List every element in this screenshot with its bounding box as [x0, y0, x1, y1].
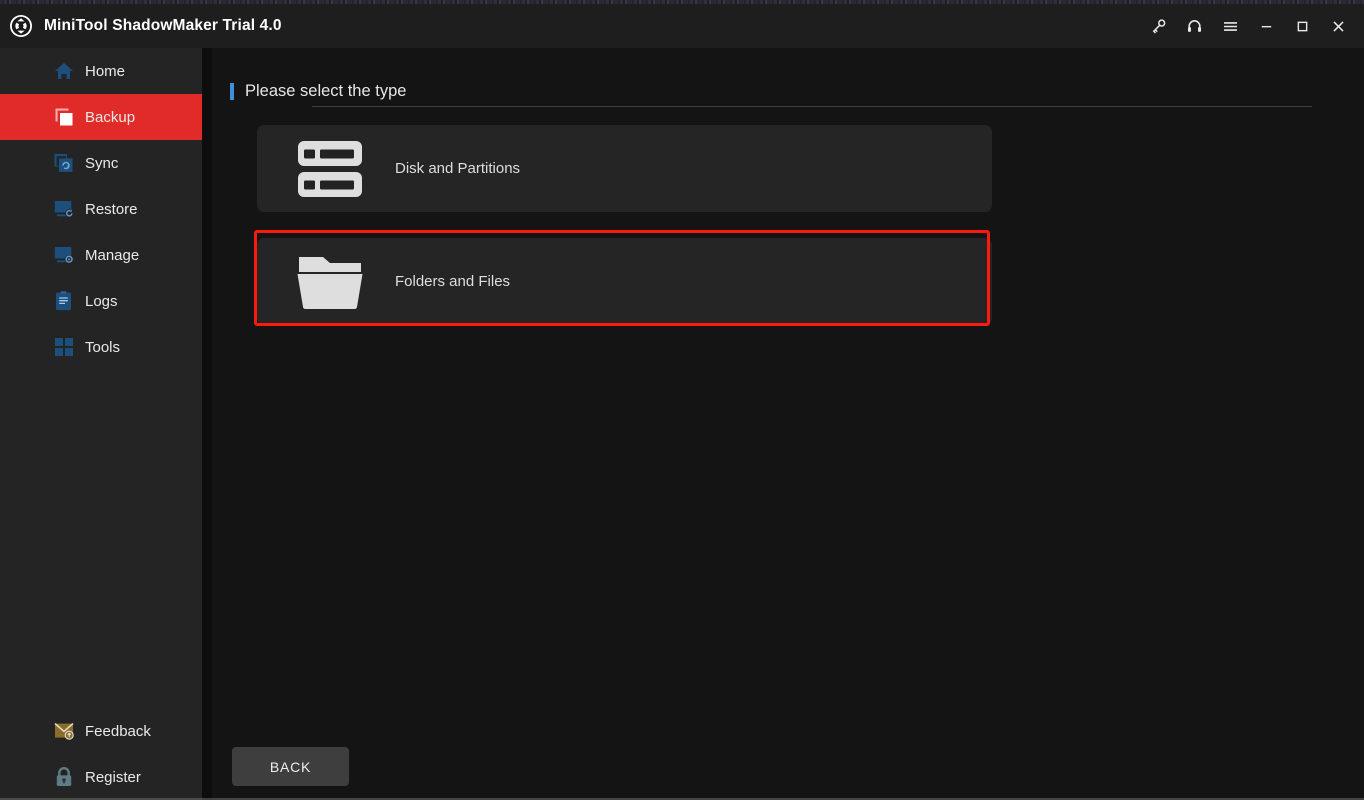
sidebar-nav-primary: Home Backup Sync Restore Manage Logs Too… [0, 48, 202, 370]
sidebar-item-sync[interactable]: Sync [0, 140, 202, 186]
sidebar-item-label: Manage [85, 246, 140, 264]
option-card-disk-and-partitions[interactable]: Disk and Partitions [257, 125, 992, 212]
sidebar-item-register[interactable]: Register [0, 754, 202, 800]
sidebar-item-manage[interactable]: Manage [0, 232, 202, 278]
logs-icon [52, 289, 76, 313]
sidebar: Home Backup Sync Restore Manage Logs Too… [0, 48, 202, 800]
page-header: Please select the type [230, 82, 406, 101]
back-button[interactable]: BACK [232, 747, 349, 786]
disk-partitions-icon [294, 139, 366, 199]
sidebar-item-label: Home [85, 62, 126, 80]
sidebar-item-label: Sync [85, 154, 119, 172]
application-window: MiniTool ShadowMaker Trial 4.0 Home Back… [0, 0, 1364, 800]
sidebar-divider [202, 48, 212, 800]
home-icon [52, 59, 76, 83]
sidebar-item-label: Restore [85, 200, 138, 218]
option-card-label: Folders and Files [395, 273, 511, 290]
register-lock-icon [52, 765, 76, 789]
title-bar: MiniTool ShadowMaker Trial 4.0 [0, 4, 1364, 48]
page-title: Please select the type [245, 82, 407, 100]
option-card-folders-and-files[interactable]: Folders and Files [257, 238, 992, 325]
sidebar-item-label: Register [85, 768, 141, 786]
close-icon[interactable] [1320, 4, 1356, 48]
app-title: MiniTool ShadowMaker Trial 4.0 [44, 17, 282, 34]
minimize-icon[interactable] [1248, 4, 1284, 48]
sidebar-item-label: Backup [85, 108, 136, 126]
sync-icon [52, 151, 76, 175]
menu-icon[interactable] [1212, 4, 1248, 48]
sidebar-item-feedback[interactable]: Feedback [0, 708, 202, 754]
sidebar-item-label: Feedback [85, 722, 151, 740]
title-accent-bar [230, 83, 234, 100]
restore-icon [52, 197, 76, 221]
manage-icon [52, 243, 76, 267]
sidebar-item-logs[interactable]: Logs [0, 278, 202, 324]
headset-icon[interactable] [1176, 4, 1212, 48]
maximize-icon[interactable] [1284, 4, 1320, 48]
main-content: Please select the type Disk and Partitio… [212, 48, 1364, 800]
backup-icon [52, 105, 76, 129]
sidebar-item-label: Tools [85, 338, 121, 356]
option-card-label: Disk and Partitions [395, 160, 521, 177]
key-icon[interactable] [1140, 4, 1176, 48]
sidebar-item-tools[interactable]: Tools [0, 324, 202, 370]
feedback-envelope-icon [52, 719, 76, 743]
sidebar-item-restore[interactable]: Restore [0, 186, 202, 232]
sidebar-item-backup[interactable]: Backup [0, 94, 202, 140]
sidebar-item-label: Logs [85, 292, 118, 310]
sidebar-item-home[interactable]: Home [0, 48, 202, 94]
header-divider [312, 106, 1312, 107]
folder-files-icon [294, 252, 366, 312]
sidebar-nav-secondary: Feedback Register [0, 708, 202, 800]
app-logo-icon [4, 9, 38, 43]
tools-icon [52, 335, 76, 359]
